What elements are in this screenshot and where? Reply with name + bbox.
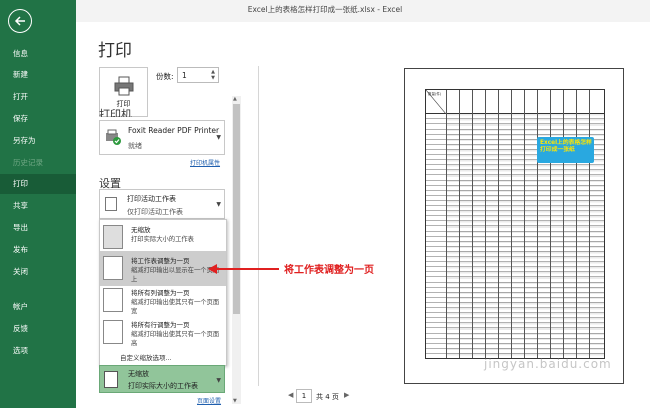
title-bar: Excel上的表格怎样打印成一张纸.xlsx - Excel: [0, 0, 650, 22]
printer-status: 就绪: [128, 142, 142, 150]
nav-print[interactable]: 打印: [0, 174, 76, 194]
scaling-title: 无缩放: [128, 370, 149, 378]
nav-open[interactable]: 打开: [0, 87, 76, 107]
col-line: [485, 90, 486, 358]
scaling-select[interactable]: 无缩放 打印实际大小的工作表 ▼: [99, 365, 225, 393]
col-line: [446, 90, 447, 358]
arrow-left-icon: [14, 16, 25, 26]
scaling-option-none[interactable]: 无缩放 打印实际大小的工作表: [100, 220, 226, 255]
sheet-option-title: 打印活动工作表: [127, 195, 176, 203]
annotation-arrow: [215, 268, 279, 270]
scroll-up-icon[interactable]: ▲: [233, 96, 237, 102]
preview-table-header: 数量(件): [426, 90, 604, 114]
annotation-label: 将工作表调整为一页: [284, 265, 374, 276]
sheet-option-desc: 仅打印活动工作表: [127, 208, 183, 216]
col-line: [589, 90, 590, 358]
backstage-sidebar: 信息 新建 打开 保存 另存为 历史记录 打印 共享 导出 发布 关闭 帐户 反…: [0, 0, 76, 408]
scaling-desc: 打印实际大小的工作表: [128, 382, 198, 390]
copies-stepper[interactable]: 1 ▲ ▼: [177, 67, 219, 83]
print-what-select[interactable]: 打印活动工作表 仅打印活动工作表 ▼: [99, 189, 225, 219]
option-title: 将所有列调整为一页: [131, 289, 190, 297]
nav-options[interactable]: 选项: [0, 341, 76, 361]
col-line: [511, 90, 512, 358]
preview-callout: Excel上的表格怎样打印成一张纸: [537, 137, 594, 163]
nav-save[interactable]: 保存: [0, 109, 76, 129]
sheet-icon: [105, 197, 117, 211]
next-page-icon[interactable]: ▶: [344, 391, 349, 399]
no-scaling-icon: [104, 371, 118, 388]
nav-feedback[interactable]: 反馈: [0, 319, 76, 339]
printer-properties-link[interactable]: 打印机属性: [190, 158, 220, 167]
nav-share[interactable]: 共享: [0, 196, 76, 216]
printer-ready-icon: [106, 129, 121, 145]
nav-new[interactable]: 新建: [0, 65, 76, 85]
copies-label: 份数:: [156, 72, 174, 81]
nav-info[interactable]: 信息: [0, 44, 76, 64]
option-desc: 缩减打印输出使其只有一个页面宽: [131, 299, 220, 315]
scaling-option-fit-rows[interactable]: 将所有行调整为一页 缩减打印输出使其只有一个页面高: [100, 315, 226, 350]
page-title: 打印: [98, 41, 132, 61]
col-line: [563, 90, 564, 358]
option-title: 无缩放: [131, 226, 151, 234]
scaling-dropdown: 无缩放 打印实际大小的工作表 将工作表调整为一页 缩减打印输出以显示在一个页面上…: [99, 219, 227, 366]
window-title: Excel上的表格怎样打印成一张纸.xlsx - Excel: [247, 5, 403, 14]
printer-select[interactable]: Foxit Reader PDF Printer 就绪 ▼: [99, 120, 225, 155]
scroll-down-icon[interactable]: ▼: [233, 398, 237, 404]
settings-scrollbar[interactable]: ▲ ▼: [232, 96, 241, 404]
no-scaling-icon: [103, 225, 123, 249]
nav-account[interactable]: 帐户: [0, 297, 76, 317]
option-title: 将工作表调整为一页: [131, 257, 190, 265]
nav-publish[interactable]: 发布: [0, 240, 76, 260]
col-line: [459, 90, 460, 358]
option-desc: 打印实际大小的工作表: [131, 236, 194, 243]
chevron-down-icon: ▼: [216, 134, 221, 141]
fit-columns-icon: [103, 288, 123, 312]
printer-heading: 打印机: [99, 108, 132, 117]
page-count: 共 4 页: [316, 393, 339, 401]
printer-name: Foxit Reader PDF Printer: [128, 126, 220, 135]
scroll-thumb[interactable]: [233, 104, 240, 314]
chevron-down-icon: ▼: [216, 377, 221, 384]
back-button[interactable]: [8, 9, 32, 33]
page-number-input[interactable]: 1: [296, 389, 312, 403]
watermark: jingyan.baidu.com: [484, 357, 612, 371]
printer-icon: [114, 76, 134, 96]
page-setup-link[interactable]: 页面设置: [197, 396, 221, 405]
nav-close[interactable]: 关闭: [0, 262, 76, 282]
pane-divider: [258, 66, 259, 386]
col-line: [537, 90, 538, 358]
custom-scaling-link[interactable]: 自定义缩放选项...: [120, 352, 172, 362]
col-line: [524, 90, 525, 358]
nav-export[interactable]: 导出: [0, 218, 76, 238]
chevron-down-icon: ▼: [216, 201, 221, 208]
fit-sheet-icon: [103, 256, 123, 280]
spin-arrows-icon[interactable]: ▲ ▼: [211, 69, 215, 81]
prev-page-icon[interactable]: ◀: [288, 391, 293, 399]
copies-value: 1: [182, 71, 187, 80]
preview-header-caption: 数量(件): [428, 92, 442, 96]
scaling-option-fit-columns[interactable]: 将所有列调整为一页 缩减打印输出使其只有一个页面宽: [100, 283, 226, 318]
nav-history[interactable]: 历史记录: [0, 153, 76, 173]
col-line: [550, 90, 551, 358]
option-title: 将所有行调整为一页: [131, 321, 190, 329]
option-desc: 缩减打印输出使其只有一个页面高: [131, 331, 220, 347]
col-line: [498, 90, 499, 358]
col-line: [472, 90, 473, 358]
nav-save-as[interactable]: 另存为: [0, 131, 76, 151]
callout-text: Excel上的表格怎样打印成一张纸: [540, 140, 592, 153]
print-preview-page: 数量(件): [404, 68, 624, 384]
preview-table: 数量(件): [425, 89, 605, 359]
col-line: [576, 90, 577, 358]
fit-rows-icon: [103, 320, 123, 344]
